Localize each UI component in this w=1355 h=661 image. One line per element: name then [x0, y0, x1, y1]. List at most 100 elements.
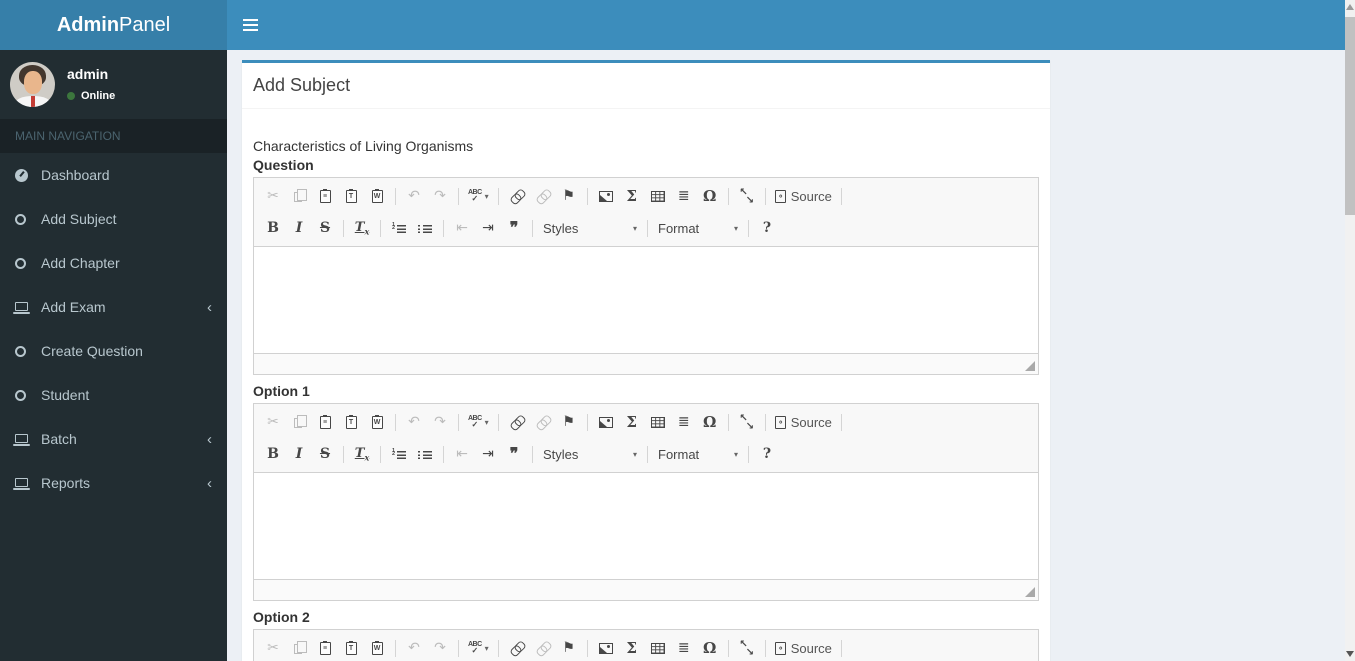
math-formula-button[interactable]: Σ	[620, 184, 644, 208]
about-button[interactable]: ?	[755, 216, 779, 240]
paste-plain-text-button[interactable]: T	[339, 410, 363, 434]
toolbar-separator	[343, 219, 344, 237]
strikethrough-button[interactable]: S	[313, 442, 337, 466]
scrollbar-thumb[interactable]	[1345, 17, 1355, 215]
link-button[interactable]	[505, 636, 529, 660]
paste-button[interactable]: ≡	[313, 636, 337, 660]
image-icon	[598, 416, 613, 428]
format-button[interactable]: Format ▾	[654, 216, 742, 240]
math-formula-button[interactable]: Σ	[620, 636, 644, 660]
italic-button[interactable]: I	[287, 442, 311, 466]
resize-handle[interactable]	[1025, 361, 1035, 371]
special-character-button[interactable]: Ω	[698, 636, 722, 660]
laptop-icon	[13, 301, 30, 314]
cut-button: ✂	[261, 410, 285, 434]
dropdown-caret-icon: ▾	[632, 223, 637, 233]
sidebar-item-student[interactable]: Student	[0, 373, 227, 417]
table-button[interactable]	[646, 410, 670, 434]
spell-check-button[interactable]: ABC ✓ ▾	[465, 410, 492, 434]
scroll-up-arrow-icon[interactable]	[1346, 4, 1354, 10]
horizontal-rule-button[interactable]: ≣	[672, 184, 696, 208]
spell-check-icon: ABC ✓	[468, 641, 482, 655]
bulleted-list-button[interactable]	[413, 216, 437, 240]
numbered-list-button[interactable]	[387, 442, 411, 466]
paste-from-word-button[interactable]: W	[365, 410, 389, 434]
link-button[interactable]	[505, 410, 529, 434]
dropdown-caret-icon: ▾	[484, 191, 489, 201]
sidebar-item-dashboard[interactable]: Dashboard	[0, 153, 227, 197]
format-button[interactable]: Format ▾	[654, 442, 742, 466]
paste-plain-text-button[interactable]: T	[339, 636, 363, 660]
table-button[interactable]	[646, 184, 670, 208]
chevron-left-icon: ‹	[207, 474, 212, 492]
spell-check-button[interactable]: ABC ✓ ▾	[465, 636, 492, 660]
sidebar-item-add-exam[interactable]: Add Exam ‹	[0, 285, 227, 329]
option-2-editor: ✂≡TW↶↷ABC✓▾⚑Σ≣ΩSourceBISTx⇤⇥❞Styles▾Form…	[253, 629, 1039, 661]
bold-button[interactable]: B	[261, 442, 285, 466]
numbered-list-button[interactable]	[387, 216, 411, 240]
styles-button[interactable]: Styles ▾	[539, 442, 641, 466]
toolbar-row-1: ✂ ≡ TW ↶ ↷ ABC✓▾ ⚑ Σ ≣ Ω Source	[260, 406, 1032, 438]
sidebar-toggle-button[interactable]	[227, 0, 273, 50]
link-button[interactable]	[505, 184, 529, 208]
italic-button[interactable]: I	[287, 216, 311, 240]
maximize-button[interactable]	[735, 410, 759, 434]
anchor-button[interactable]: ⚑	[557, 184, 581, 208]
outdent-button: ⇤	[450, 216, 474, 240]
blockquote-button[interactable]: ❞	[502, 216, 526, 240]
strikethrough-button[interactable]: S	[313, 216, 337, 240]
horizontal-rule-button[interactable]: ≣	[672, 410, 696, 434]
redo-button: ↷	[428, 184, 452, 208]
special-character-button[interactable]: Ω	[698, 184, 722, 208]
copy-button	[287, 410, 311, 434]
remove-format-button[interactable]: Tx	[350, 442, 374, 466]
bold-button[interactable]: B	[261, 216, 285, 240]
table-button[interactable]	[646, 636, 670, 660]
resize-handle[interactable]	[1025, 587, 1035, 597]
math-formula-button[interactable]: Σ	[620, 410, 644, 434]
image-button[interactable]	[594, 410, 618, 434]
blockquote-button[interactable]: ❞	[502, 442, 526, 466]
question-status-bar	[254, 353, 1038, 374]
indent-button[interactable]: ⇥	[476, 442, 500, 466]
maximize-button[interactable]	[735, 184, 759, 208]
sidebar-item-reports[interactable]: Reports ‹	[0, 461, 227, 505]
option-1-editing-area[interactable]	[254, 473, 1038, 579]
special-character-button[interactable]: Ω	[698, 410, 722, 434]
maximize-button[interactable]	[735, 636, 759, 660]
sidebar-item-batch[interactable]: Batch ‹	[0, 417, 227, 461]
copy-icon	[293, 189, 307, 202]
source-button[interactable]: Source	[772, 184, 835, 208]
anchor-button[interactable]: ⚑	[557, 410, 581, 434]
scroll-down-arrow-icon[interactable]	[1346, 651, 1354, 657]
spell-check-button[interactable]: ABC ✓ ▾	[465, 184, 492, 208]
horizontal-rule-button[interactable]: ≣	[672, 636, 696, 660]
about-button[interactable]: ?	[755, 442, 779, 466]
paste-button[interactable]: ≡	[313, 410, 337, 434]
sidebar-item-create-question[interactable]: Create Question	[0, 329, 227, 373]
anchor-button[interactable]: ⚑	[557, 636, 581, 660]
sidebar-item-add-subject[interactable]: Add Subject	[0, 197, 227, 241]
toolbar-separator	[395, 413, 396, 431]
app-logo[interactable]: AdminPanel	[0, 0, 227, 50]
page-scrollbar[interactable]	[1345, 0, 1355, 661]
indent-button[interactable]: ⇥	[476, 216, 500, 240]
bulleted-list-button[interactable]	[413, 442, 437, 466]
format-dropdown-label: Format	[658, 220, 700, 236]
question-editing-area[interactable]	[254, 247, 1038, 353]
paste-from-word-button[interactable]: W	[365, 184, 389, 208]
paste-button[interactable]: ≡	[313, 184, 337, 208]
remove-format-button[interactable]: Tx	[350, 216, 374, 240]
hamburger-icon	[242, 24, 258, 26]
paste-plain-text-button[interactable]: T	[339, 184, 363, 208]
image-button[interactable]	[594, 184, 618, 208]
user-status[interactable]: Online	[67, 90, 115, 102]
paste-from-word-button[interactable]: W	[365, 636, 389, 660]
image-button[interactable]	[594, 636, 618, 660]
outdent-icon: ⇤	[456, 446, 468, 462]
source-button[interactable]: Source	[772, 410, 835, 434]
styles-button[interactable]: Styles ▾	[539, 216, 641, 240]
toolbar-row-1: ✂ ≡ TW ↶ ↷ ABC✓▾ ⚑ Σ ≣ Ω Source	[260, 632, 1032, 661]
source-button[interactable]: Source	[772, 636, 835, 660]
sidebar-item-add-chapter[interactable]: Add Chapter	[0, 241, 227, 285]
